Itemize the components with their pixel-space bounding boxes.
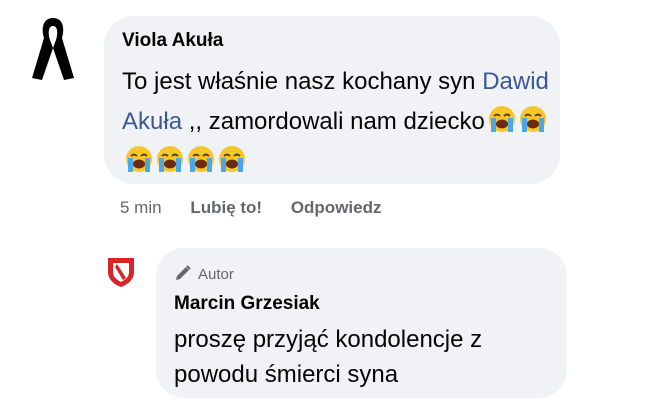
comment-timestamp[interactable]: 5 min xyxy=(120,198,162,218)
reply-button[interactable]: Odpowiedz xyxy=(291,198,382,218)
loudly-crying-face-icon xyxy=(519,106,546,132)
comment-text: To jest właśnie nasz kochany syn Dawid A… xyxy=(122,62,552,182)
comment-actions: 5 min Lubię to! Odpowiedz xyxy=(120,198,405,218)
comment-text-after: ,, zamordowali nam dziecko xyxy=(182,108,485,135)
loudly-crying-face-icon xyxy=(219,146,245,172)
loudly-crying-face-icon xyxy=(157,146,183,172)
comment-bubble: Viola Akuła To jest właśnie nasz kochany… xyxy=(104,16,560,184)
mourning-ribbon-icon[interactable] xyxy=(30,14,76,84)
page-avatar-icon[interactable] xyxy=(104,254,138,288)
comment-text-before: To jest właśnie nasz kochany syn xyxy=(122,68,483,95)
author-badge-label: Autor xyxy=(198,266,234,283)
pencil-icon xyxy=(176,265,191,280)
loudly-crying-face-icon xyxy=(188,146,214,172)
loudly-crying-face-icon xyxy=(126,146,152,172)
reply-text: proszę przyjąć kondolencje z powodu śmie… xyxy=(174,326,483,388)
reply-author-name[interactable]: Marcin Grzesiak xyxy=(174,293,320,315)
reply-bubble: Autor Marcin Grzesiak proszę przyjąć kon… xyxy=(156,248,567,398)
loudly-crying-face-icon xyxy=(488,106,515,132)
like-button[interactable]: Lubię to! xyxy=(190,198,262,218)
author-badge: Autor xyxy=(174,264,234,283)
comment-author-name[interactable]: Viola Akuła xyxy=(122,30,223,52)
